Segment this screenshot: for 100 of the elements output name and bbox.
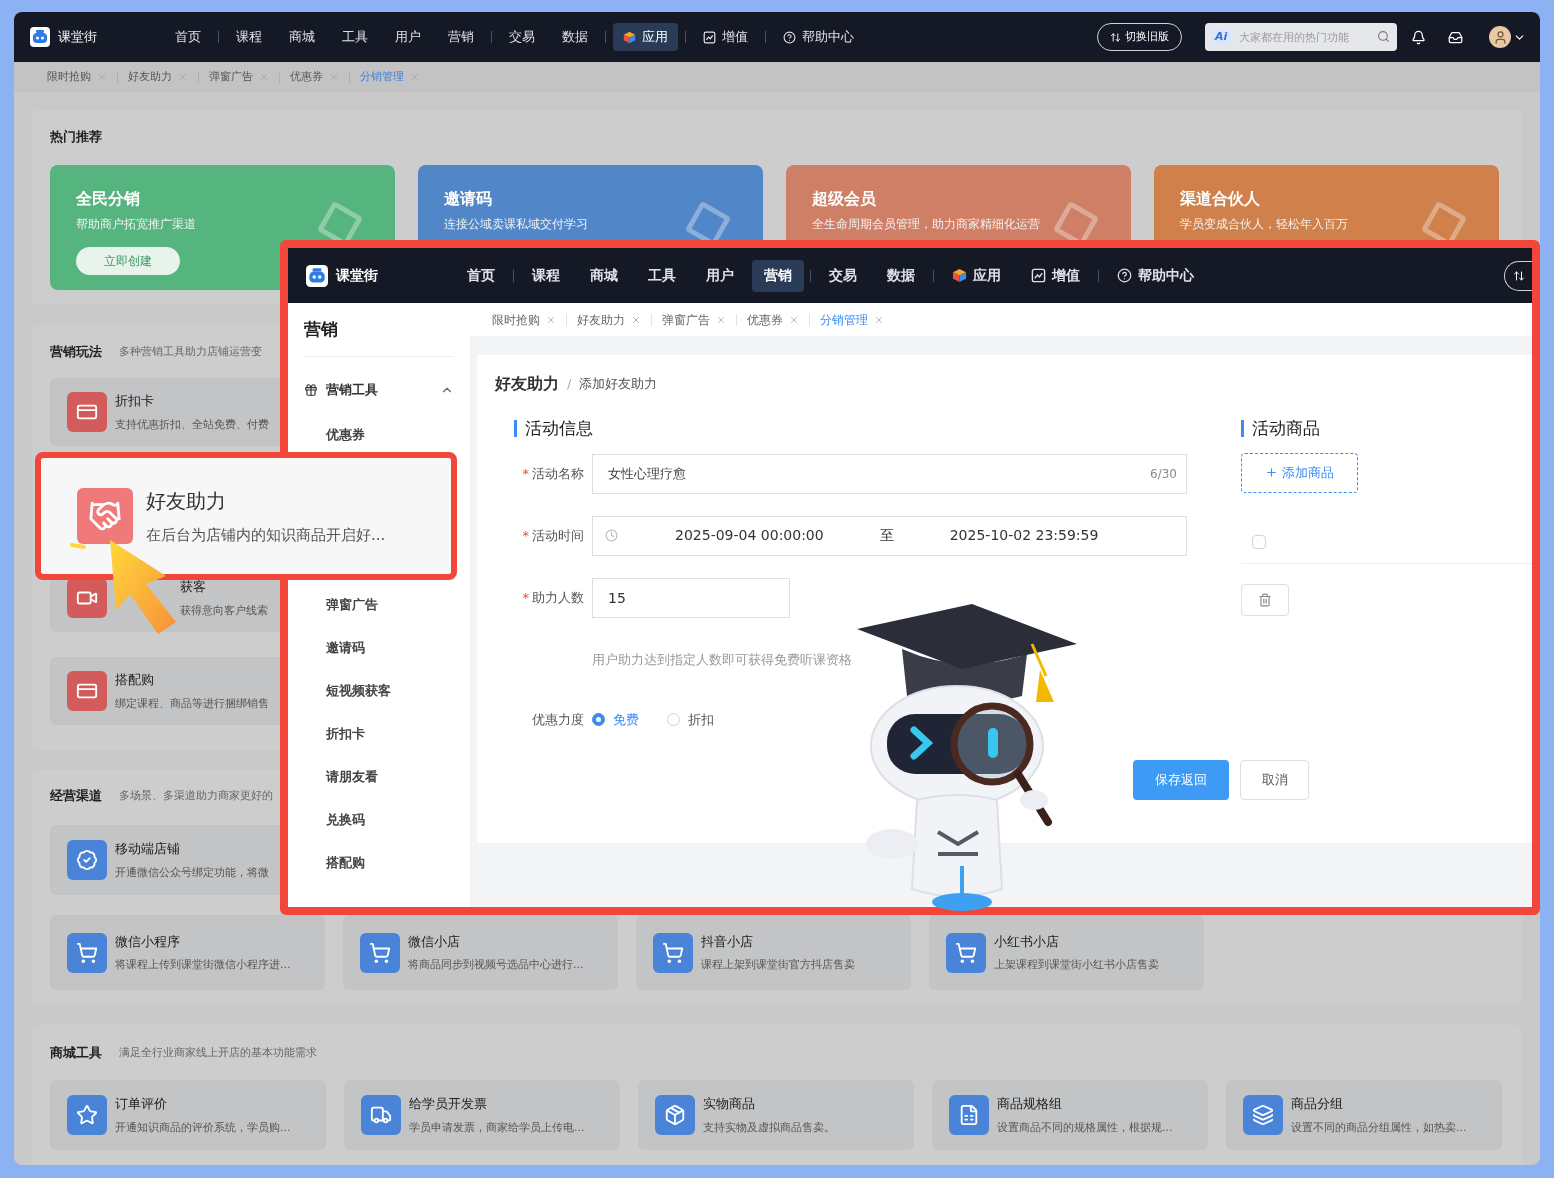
nav-item[interactable]: 营销 xyxy=(438,23,484,51)
feature-icon xyxy=(67,671,107,711)
feature-card[interactable]: 实物商品 支持实物及虚拟商品售卖。 xyxy=(638,1080,914,1150)
nav-item[interactable]: 数据 xyxy=(552,23,598,51)
nav-item[interactable]: 交易 xyxy=(499,23,545,51)
nav-item[interactable]: 帮助中心 xyxy=(773,23,864,51)
feature-title: 微信小店 xyxy=(408,932,461,951)
section-title: 活动商品 xyxy=(1252,417,1320,440)
logo-icon xyxy=(30,27,50,47)
clock-icon xyxy=(605,529,618,542)
page-tab[interactable]: 弹窗广告 xyxy=(199,68,279,86)
menu-item[interactable]: 请朋友看 xyxy=(304,755,454,798)
feature-card[interactable]: 给学员开发票 学员申请发票，商家给学员上传电... xyxy=(344,1080,620,1150)
section-subtitle: 满足全行业商家线上开店的基本功能需求 xyxy=(119,1044,317,1061)
nav-item[interactable]: 交易 xyxy=(817,259,869,292)
radio-option[interactable]: 免费 xyxy=(592,709,639,730)
promo-title: 邀请码 xyxy=(444,188,493,210)
feature-card[interactable]: 微信小店 将商品同步到视频号选品中心进行... xyxy=(343,915,618,990)
radio-icon[interactable] xyxy=(592,713,605,726)
promo-title: 超级会员 xyxy=(812,188,877,210)
feature-icon xyxy=(67,932,107,973)
feature-title: 实物商品 xyxy=(703,1095,756,1113)
cancel-button[interactable]: 取消 xyxy=(1240,759,1309,800)
page-tab[interactable]: 好友助力 xyxy=(567,310,651,329)
page-tab[interactable]: 限时抢购 xyxy=(482,310,566,329)
radio-option[interactable]: 折扣 xyxy=(667,709,714,730)
feature-description: 设置商品不同的规格属性，根据规... xyxy=(997,1119,1173,1136)
field-label: 活动名称 xyxy=(532,464,584,483)
avatar-icon[interactable] xyxy=(1489,26,1511,48)
nav-item[interactable]: 应用 xyxy=(940,259,1013,292)
date-range-field[interactable]: 2025-09-04 00:00:00 至 2025-10-02 23:59:59 xyxy=(592,515,1187,556)
nav-item[interactable]: 工具 xyxy=(332,23,378,51)
feature-card[interactable]: 商品规格组 设置商品不同的规格属性，根据规... xyxy=(932,1080,1208,1150)
page-tab[interactable]: 限时抢购 xyxy=(37,68,117,86)
nav-item[interactable]: 工具 xyxy=(636,259,688,292)
close-icon[interactable] xyxy=(716,314,726,325)
promo-description: 连接公域卖课私域交付学习 xyxy=(444,216,589,233)
feature-description: 获得意向客户线索 xyxy=(180,602,268,619)
checkbox[interactable] xyxy=(1252,534,1266,549)
promo-description: 学员变成合伙人，轻松年入百万 xyxy=(1180,216,1349,233)
feature-title: 搭配购 xyxy=(115,671,155,689)
switch-icon xyxy=(1512,269,1525,282)
close-icon[interactable] xyxy=(631,314,641,325)
nav-item[interactable]: 课程 xyxy=(520,259,572,292)
feature-icon xyxy=(949,1095,989,1135)
nav-item[interactable]: 商城 xyxy=(279,23,325,51)
nav-item[interactable]: 增值 xyxy=(1019,259,1092,292)
nav-item[interactable]: 课程 xyxy=(226,23,272,51)
nav-item[interactable]: 营销 xyxy=(752,259,804,292)
nav-item[interactable]: 数据 xyxy=(875,259,927,292)
nav-item[interactable]: 首页 xyxy=(165,23,211,51)
trash-icon xyxy=(1258,592,1272,607)
feature-card[interactable]: 抖音小店 课程上架到课堂街官方抖店售卖 xyxy=(636,915,911,990)
section-subtitle: 多种营销工具助力店铺运营变 xyxy=(119,343,262,360)
feature-description: 设置不同的商品分组属性，如热卖... xyxy=(1291,1119,1467,1136)
page-tab[interactable]: 优惠券 xyxy=(280,68,349,86)
nav-item[interactable]: 用户 xyxy=(385,23,431,51)
chart-icon xyxy=(1031,268,1046,283)
breadcrumb-item[interactable]: 好友助力 xyxy=(495,372,559,396)
feature-description: 课程上架到课堂街官方抖店售卖 xyxy=(701,957,855,973)
nav-item[interactable]: 应用 xyxy=(613,23,678,51)
feature-card[interactable]: 小红书小店 上架课程到课堂街小红书小店售卖 xyxy=(929,915,1204,990)
nav-item[interactable]: 增值 xyxy=(693,23,758,51)
close-icon[interactable] xyxy=(789,314,799,325)
required-mark: * xyxy=(522,526,529,545)
ai-badge: Ai xyxy=(1211,29,1232,45)
nav-item[interactable]: 用户 xyxy=(694,259,746,292)
feature-icon xyxy=(360,932,400,973)
delete-button[interactable] xyxy=(1241,583,1289,616)
nav-item[interactable]: 首页 xyxy=(455,259,507,292)
logo-text: 课堂街 xyxy=(336,266,378,285)
count-field[interactable]: 15 xyxy=(592,577,790,618)
field-hint: 用户助力达到指定人数即可获得免费听课资格 xyxy=(592,650,852,669)
add-goods-button[interactable]: 添加商品 xyxy=(1241,452,1358,493)
page-tab[interactable]: 分销管理 xyxy=(810,310,894,329)
feature-icon xyxy=(1243,1095,1283,1135)
section-title: 经营渠道 xyxy=(50,787,102,806)
help-icon xyxy=(1117,268,1132,283)
feature-card[interactable]: 订单评价 开通知识商品的评价系统，学员购... xyxy=(50,1080,326,1150)
section-bar-icon xyxy=(514,420,517,438)
page-tab[interactable]: 优惠券 xyxy=(737,310,809,329)
close-icon[interactable] xyxy=(546,314,556,325)
callout-description: 在后台为店铺内的知识商品开启好... xyxy=(146,524,386,546)
required-mark: * xyxy=(522,588,529,607)
search-icon[interactable] xyxy=(1377,30,1390,43)
inbox-icon[interactable] xyxy=(1448,29,1463,45)
feature-card[interactable]: 微信小程序 将课程上传到课堂街微信小程序进... xyxy=(50,915,325,990)
feature-title: 抖音小店 xyxy=(701,932,754,951)
page-tab[interactable]: 弹窗广告 xyxy=(652,310,736,329)
feature-title: 微信小程序 xyxy=(115,932,181,951)
nav-item[interactable]: 商城 xyxy=(578,259,630,292)
feature-description: 开通知识商品的评价系统，学员购... xyxy=(115,1119,291,1136)
feature-card[interactable]: 商品分组 设置不同的商品分组属性，如热卖... xyxy=(1226,1080,1502,1150)
start-date: 2025-09-04 00:00:00 xyxy=(675,526,824,545)
close-icon[interactable] xyxy=(874,314,884,325)
bell-icon[interactable] xyxy=(1411,29,1426,45)
page-tab[interactable]: 好友助力 xyxy=(118,68,198,86)
feature-description: 支持优惠折扣、全站免费、付费 xyxy=(115,416,269,433)
feature-title: 小红书小店 xyxy=(994,932,1060,951)
feature-icon xyxy=(67,840,107,880)
